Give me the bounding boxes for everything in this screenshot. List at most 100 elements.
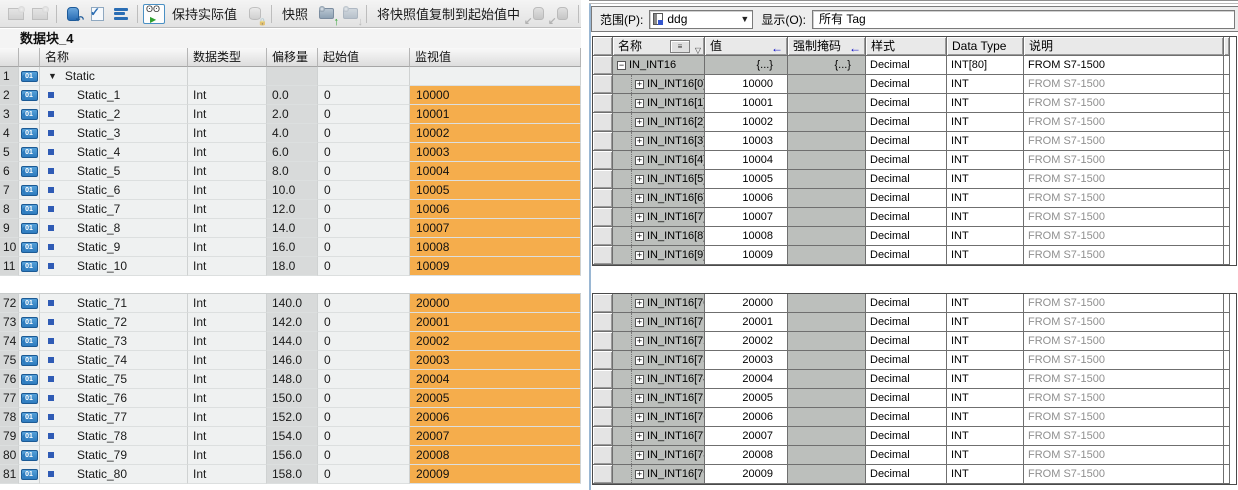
start-value-cell[interactable]: 0 <box>318 446 410 465</box>
table-row[interactable]: + IN_INT16[78] 20008 Decimal INT FROM S7… <box>593 446 1236 465</box>
row-number[interactable]: 11 <box>0 257 19 276</box>
style-cell[interactable]: Decimal <box>866 208 947 227</box>
table-row[interactable]: + IN_INT16[6] 10006 Decimal INT FROM S7-… <box>593 189 1236 208</box>
type-cell[interactable] <box>188 67 267 86</box>
table-row[interactable]: + IN_INT16[7] 10007 Decimal INT FROM S7-… <box>593 208 1236 227</box>
monitor-value-cell[interactable]: 10002 <box>410 124 581 143</box>
monitor-value-cell[interactable]: 20008 <box>410 446 581 465</box>
value-cell[interactable]: 10004 <box>705 151 788 170</box>
table-row[interactable]: + IN_INT16[75] 20005 Decimal INT FROM S7… <box>593 389 1236 408</box>
type-cell[interactable]: Int <box>188 332 267 351</box>
value-cell[interactable]: 20004 <box>705 370 788 389</box>
name-cell[interactable]: + IN_INT16[0] <box>613 75 705 94</box>
type-cell[interactable]: Int <box>188 238 267 257</box>
type-cell[interactable]: Int <box>188 370 267 389</box>
row-gutter[interactable] <box>593 389 613 408</box>
start-value-cell[interactable]: 0 <box>318 427 410 446</box>
style-cell[interactable]: Decimal <box>866 408 947 427</box>
name-cell[interactable]: Static_73 <box>40 332 188 351</box>
expand-icon[interactable]: + <box>635 99 644 108</box>
style-cell[interactable]: Decimal <box>866 94 947 113</box>
row-gutter[interactable] <box>593 113 613 132</box>
start-value-cell[interactable]: 0 <box>318 124 410 143</box>
monitor-value-cell[interactable]: 20000 <box>410 294 581 313</box>
collapse-icon[interactable]: − <box>617 61 626 70</box>
row-gutter[interactable] <box>593 75 613 94</box>
table-row[interactable]: 75 01 Static_74 Int 146.0 0 20003 <box>0 351 581 370</box>
table-row[interactable]: 5 01 Static_4 Int 6.0 0 10003 <box>0 143 581 162</box>
style-cell[interactable]: Decimal <box>866 246 947 265</box>
row-number[interactable]: 8 <box>0 200 19 219</box>
start-value-cell[interactable]: 0 <box>318 257 410 276</box>
table-row[interactable]: + IN_INT16[70] 20000 Decimal INT FROM S7… <box>593 294 1236 313</box>
expand-icon[interactable]: + <box>635 137 644 146</box>
row-gutter[interactable] <box>593 427 613 446</box>
row-gutter[interactable] <box>593 332 613 351</box>
row-number[interactable]: 3 <box>0 105 19 124</box>
name-cell[interactable]: + IN_INT16[2] <box>613 113 705 132</box>
row-number[interactable]: 1 <box>0 67 19 86</box>
name-cell[interactable]: Static_5 <box>40 162 188 181</box>
row-gutter[interactable] <box>593 313 613 332</box>
sort-dropdown-icon[interactable]: ▽ <box>695 42 701 56</box>
start-value-cell[interactable]: 0 <box>318 389 410 408</box>
group-row[interactable]: 1 01 ▼ Static <box>0 67 581 86</box>
table-row[interactable]: 2 01 Static_1 Int 0.0 0 10000 <box>0 86 581 105</box>
expand-icon[interactable]: + <box>635 337 644 346</box>
style-cell[interactable]: Decimal <box>866 332 947 351</box>
start-value-cell[interactable]: 0 <box>318 105 410 124</box>
row-number[interactable]: 79 <box>0 427 19 446</box>
snapshot-upload-icon[interactable] <box>315 4 337 24</box>
expand-icon[interactable]: + <box>635 356 644 365</box>
row-gutter[interactable] <box>593 246 613 265</box>
value-cell[interactable]: 20001 <box>705 313 788 332</box>
table-row[interactable]: 81 01 Static_80 Int 158.0 0 20009 <box>0 465 581 484</box>
table-row[interactable]: + IN_INT16[1] 10001 Decimal INT FROM S7-… <box>593 94 1236 113</box>
type-cell[interactable]: Int <box>188 143 267 162</box>
expand-icon[interactable]: + <box>635 470 644 479</box>
monitor-value-cell[interactable]: 20004 <box>410 370 581 389</box>
monitor-value-cell[interactable]: 10005 <box>410 181 581 200</box>
style-cell[interactable]: Decimal <box>866 427 947 446</box>
chevron-down-icon[interactable]: ▼ <box>740 14 749 24</box>
name-cell[interactable]: Static_79 <box>40 446 188 465</box>
expand-icon[interactable]: + <box>635 175 644 184</box>
expand-icon[interactable]: + <box>635 451 644 460</box>
array-parent-row[interactable]: − IN_INT16 {...} {...} Decimal INT[80] F… <box>593 56 1236 75</box>
style-cell[interactable]: Decimal <box>866 113 947 132</box>
monitor-value-cell[interactable]: 20005 <box>410 389 581 408</box>
type-cell[interactable]: Int <box>188 408 267 427</box>
table-row[interactable]: 9 01 Static_8 Int 14.0 0 10007 <box>0 219 581 238</box>
table-row[interactable]: + IN_INT16[0] 10000 Decimal INT FROM S7-… <box>593 75 1236 94</box>
table-row[interactable]: + IN_INT16[79] 20009 Decimal INT FROM S7… <box>593 465 1236 484</box>
table-row[interactable]: 72 01 Static_71 Int 140.0 0 20000 <box>0 294 581 313</box>
table-row[interactable]: 77 01 Static_76 Int 150.0 0 20005 <box>0 389 581 408</box>
name-cell[interactable]: Static_75 <box>40 370 188 389</box>
value-cell[interactable]: 10000 <box>705 75 788 94</box>
name-cell[interactable]: + IN_INT16[7] <box>613 208 705 227</box>
value-cell[interactable]: 10006 <box>705 189 788 208</box>
row-number[interactable]: 10 <box>0 238 19 257</box>
expand-icon[interactable]: + <box>635 213 644 222</box>
row-number[interactable]: 2 <box>0 86 19 105</box>
name-cell[interactable]: Static_7 <box>40 200 188 219</box>
monitor-value-cell[interactable]: 10001 <box>410 105 581 124</box>
chevron-down-icon[interactable]: ▼ <box>48 67 57 85</box>
row-number[interactable]: 73 <box>0 313 19 332</box>
value-cell[interactable]: 20009 <box>705 465 788 484</box>
value-cell[interactable]: 10008 <box>705 227 788 246</box>
name-cell[interactable]: Static_4 <box>40 143 188 162</box>
start-value-cell[interactable]: 0 <box>318 332 410 351</box>
style-cell[interactable]: Decimal <box>866 465 947 484</box>
name-cell[interactable]: + IN_INT16[71] <box>613 313 705 332</box>
style-cell[interactable]: Decimal <box>866 294 947 313</box>
table-row[interactable]: + IN_INT16[72] 20002 Decimal INT FROM S7… <box>593 332 1236 351</box>
style-cell[interactable]: Decimal <box>866 389 947 408</box>
name-cell[interactable]: Static_77 <box>40 408 188 427</box>
name-cell[interactable]: Static_74 <box>40 351 188 370</box>
expand-icon[interactable]: + <box>635 318 644 327</box>
style-cell[interactable]: Decimal <box>866 313 947 332</box>
type-cell[interactable]: Int <box>188 427 267 446</box>
row-number[interactable]: 75 <box>0 351 19 370</box>
row-gutter[interactable] <box>593 189 613 208</box>
